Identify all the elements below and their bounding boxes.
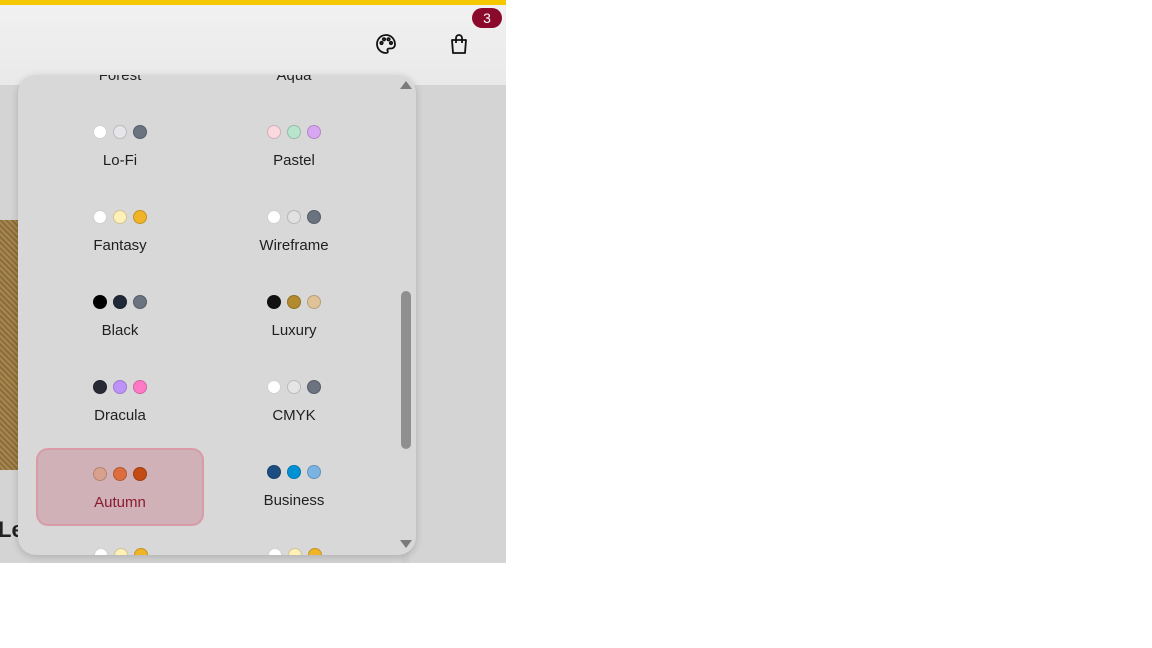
theme-option-black[interactable]: Black: [36, 278, 204, 356]
theme-label: Wireframe: [259, 237, 329, 254]
theme-color-dot: [93, 295, 107, 309]
cart-button[interactable]: [439, 26, 479, 66]
theme-color-dot: [307, 465, 321, 479]
theme-color-dot: [133, 210, 147, 224]
theme-color-dot: [113, 467, 127, 481]
theme-label: Business: [263, 492, 325, 509]
theme-color-dot: [113, 295, 127, 309]
theme-option-business[interactable]: Business: [210, 448, 378, 526]
partial-dot-4: [268, 548, 282, 555]
theme-option-autumn[interactable]: Autumn: [36, 448, 204, 526]
theme-color-dot: [93, 467, 107, 481]
theme-option-pastel[interactable]: Pastel: [210, 108, 378, 186]
theme-label: Pastel: [273, 152, 315, 169]
theme-label: Black: [101, 322, 139, 339]
partial-theme-dots-right[interactable]: [268, 548, 322, 555]
theme-color-dot: [287, 380, 301, 394]
theme-color-swatches: [210, 465, 378, 479]
palette-icon: [374, 32, 398, 61]
theme-color-dot: [133, 467, 147, 481]
theme-color-swatches: [210, 295, 378, 309]
dropdown-scrollbar-thumb[interactable]: [401, 291, 411, 449]
theme-dropdown: Forest Aqua Lo-Fi Pastel Fantasy Wireframe B…: [18, 75, 416, 555]
theme-color-swatches: [36, 295, 204, 309]
theme-option-lo-fi[interactable]: Lo-Fi: [36, 108, 204, 186]
theme-color-dot: [267, 210, 281, 224]
scroll-up-arrow[interactable]: [400, 81, 412, 89]
theme-palette-button[interactable]: [366, 26, 406, 66]
theme-color-dot: [307, 380, 321, 394]
theme-color-dot: [113, 210, 127, 224]
theme-label: Luxury: [271, 322, 317, 339]
theme-label: CMYK: [272, 407, 316, 424]
theme-color-dot: [267, 295, 281, 309]
theme-color-dot: [133, 295, 147, 309]
partial-dot-3: [134, 548, 148, 555]
theme-color-dot: [287, 295, 301, 309]
scroll-down-arrow[interactable]: [400, 540, 412, 548]
theme-color-swatches: [36, 380, 204, 394]
theme-color-dot: [287, 125, 301, 139]
theme-color-dot: [307, 295, 321, 309]
theme-color-dot: [267, 380, 281, 394]
theme-color-swatches: [38, 467, 202, 481]
theme-label-aqua[interactable]: Aqua: [234, 75, 354, 84]
cart-count-badge: 3: [472, 8, 502, 28]
theme-color-dot: [93, 125, 107, 139]
theme-color-dot: [113, 380, 127, 394]
theme-color-dot: [133, 125, 147, 139]
partial-dot-5: [288, 548, 302, 555]
theme-color-dot: [267, 125, 281, 139]
partial-dot-6: [308, 548, 322, 555]
partial-dot-2: [114, 548, 128, 555]
shopping-bag-icon: [447, 32, 471, 61]
partial-dot-1: [94, 548, 108, 555]
theme-color-swatches: [210, 210, 378, 224]
theme-color-dot: [133, 380, 147, 394]
theme-color-swatches: [210, 380, 378, 394]
theme-color-dot: [307, 210, 321, 224]
partial-theme-dots-left[interactable]: [94, 548, 148, 555]
theme-color-swatches: [36, 125, 204, 139]
product-image[interactable]: [0, 220, 18, 470]
theme-color-dot: [307, 125, 321, 139]
theme-option-dracula[interactable]: Dracula: [36, 363, 204, 441]
theme-label: Dracula: [94, 407, 146, 424]
theme-color-swatches: [36, 210, 204, 224]
theme-color-dot: [287, 465, 301, 479]
theme-color-dot: [93, 380, 107, 394]
theme-option-cmyk[interactable]: CMYK: [210, 363, 378, 441]
theme-option-luxury[interactable]: Luxury: [210, 278, 378, 356]
theme-label: Fantasy: [93, 237, 147, 254]
theme-color-dot: [267, 465, 281, 479]
theme-color-dot: [93, 210, 107, 224]
theme-color-swatches: [210, 125, 378, 139]
app-viewport: 3 Le Forest Aqua Lo-Fi Pastel Fantasy Wiref…: [0, 0, 506, 563]
navbar: [0, 5, 506, 85]
theme-label: Lo-Fi: [102, 152, 138, 169]
theme-color-dot: [113, 125, 127, 139]
theme-label: Autumn: [94, 494, 146, 511]
theme-option-wireframe[interactable]: Wireframe: [210, 193, 378, 271]
theme-color-dot: [287, 210, 301, 224]
theme-option-fantasy[interactable]: Fantasy: [36, 193, 204, 271]
theme-label-forest[interactable]: Forest: [60, 75, 180, 84]
